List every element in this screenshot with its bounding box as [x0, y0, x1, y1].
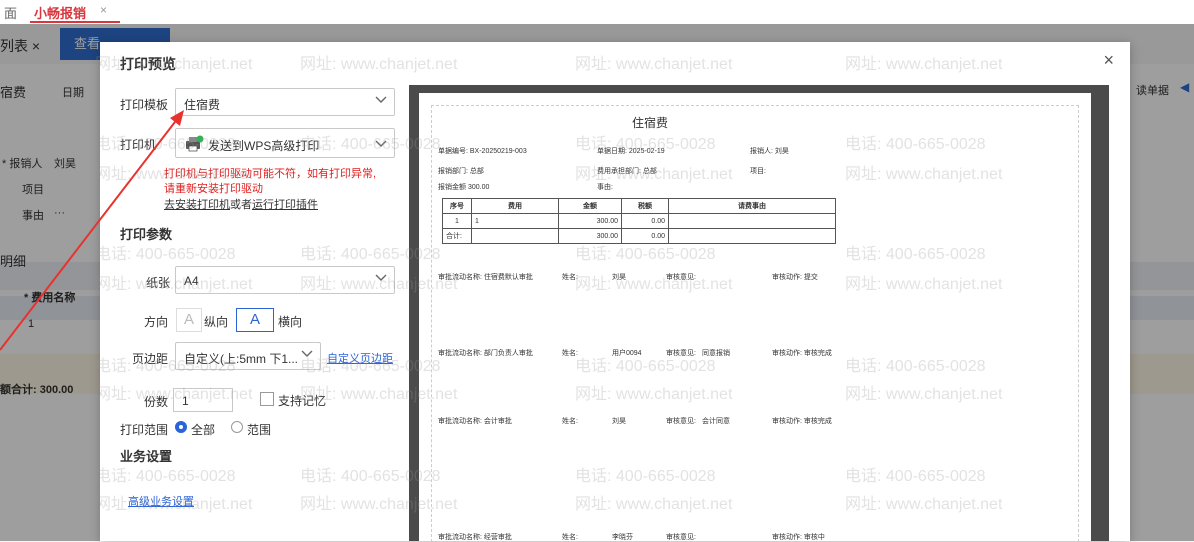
custom-margin-link[interactable]: 自定义页边距 — [327, 350, 393, 366]
tab-close-icon[interactable]: × — [100, 3, 107, 17]
preview-title: 住宿费 — [632, 116, 669, 130]
printer-value: 发送到WPS高级打印 — [208, 139, 320, 153]
printer-warning: 打印机与打印驱动可能不符，如有打印异常, 请重新安装打印驱动 去安装打印机或者运… — [164, 167, 384, 213]
range-custom-label[interactable]: 范围 — [247, 421, 271, 438]
print-params-title: 打印参数 — [120, 227, 173, 242]
th-amount: 金额 — [558, 198, 622, 214]
printer-label: 打印机 — [120, 138, 157, 152]
table-row: 1 1 300.00 0.00 — [442, 213, 836, 229]
printer-icon — [186, 135, 204, 152]
tab-home[interactable]: 面 — [4, 3, 17, 22]
preview-doc-date: 单据日期: 2025-02-19 — [597, 148, 665, 155]
page-margin-outline: 住宿费 单据编号: BX-20250219-003 单据日期: 2025-02-… — [431, 105, 1079, 542]
close-icon[interactable]: × — [1103, 50, 1114, 71]
warning-line-1: 打印机与打印驱动可能不符，如有打印异常, — [164, 168, 377, 180]
range-all-radio[interactable] — [175, 421, 187, 433]
margin-select[interactable]: 自定义(上:5mm 下1... — [175, 342, 321, 370]
chevron-down-icon — [301, 350, 313, 357]
preview-matter: 事由: — [597, 184, 613, 191]
copies-value: 1 — [182, 394, 189, 408]
warning-line-2: 请重新安装打印驱动 — [164, 183, 263, 195]
copies-label: 份数 — [144, 395, 169, 409]
portrait-label[interactable]: 纵向 — [204, 313, 228, 330]
paper-value: A4 — [184, 274, 199, 288]
th-fee: 费用 — [471, 198, 559, 214]
preview-project: 项目: — [750, 168, 766, 175]
margin-label: 页边距 — [132, 352, 169, 366]
range-all-label[interactable]: 全部 — [191, 421, 215, 438]
print-preview-pane[interactable]: 住宿费 单据编号: BX-20250219-003 单据日期: 2025-02-… — [409, 85, 1109, 542]
advanced-settings-link[interactable]: 高级业务设置 — [128, 493, 194, 509]
copies-input[interactable]: 1 — [173, 388, 233, 412]
orientation-label: 方向 — [144, 315, 169, 329]
preview-expense-table: 序号 费用 金额 税额 请费事由 1 1 300.00 0.00 合计: 300… — [442, 198, 836, 244]
preview-dept: 报销部门: 总部 — [438, 168, 484, 175]
remember-label[interactable]: 支持记忆 — [278, 392, 326, 409]
paper-label: 纸张 — [146, 276, 171, 290]
landscape-icon[interactable]: A — [236, 308, 274, 332]
print-preview-dialog: 打印预览 × 打印模板 住宿费 打印机 发送到WPS高级打印 打印机与打印驱动可… — [100, 42, 1130, 542]
th-tax: 税额 — [621, 198, 669, 214]
range-custom-radio[interactable] — [231, 421, 243, 433]
or-text: 或者 — [230, 199, 252, 211]
business-settings-title: 业务设置 — [120, 449, 173, 464]
dialog-title: 打印预览 — [120, 56, 176, 72]
chevron-down-icon — [375, 274, 387, 281]
template-value: 住宿费 — [184, 98, 221, 112]
preview-amount: 报销金额 300.00 — [438, 184, 490, 191]
template-label: 打印模板 — [120, 98, 169, 112]
margin-value: 自定义(上:5mm 下1... — [184, 352, 299, 366]
chevron-down-icon — [375, 96, 387, 103]
paper-select[interactable]: A4 — [175, 266, 395, 294]
run-plugin-link[interactable]: 运行打印插件 — [252, 199, 318, 211]
table-row: 合计: 300.00 0.00 — [442, 228, 836, 244]
printer-select[interactable]: 发送到WPS高级打印 — [175, 128, 395, 158]
table-header-row: 序号 费用 金额 税额 请费事由 — [442, 198, 836, 214]
th-reason: 请费事由 — [668, 198, 836, 214]
top-tab-bar: 面 小畅报销 × — [0, 0, 1194, 25]
portrait-icon[interactable]: A — [176, 308, 202, 332]
template-select[interactable]: 住宿费 — [175, 88, 395, 116]
tab-xiaochang-expense[interactable]: 小畅报销 — [34, 3, 86, 22]
landscape-label[interactable]: 横向 — [278, 313, 302, 330]
preview-page: 住宿费 单据编号: BX-20250219-003 单据日期: 2025-02-… — [419, 93, 1091, 542]
remember-checkbox[interactable] — [260, 392, 274, 406]
range-label: 打印范围 — [120, 423, 169, 437]
chevron-down-icon — [375, 140, 387, 147]
th-seq: 序号 — [442, 198, 472, 214]
preview-reporter: 报销人: 刘昊 — [750, 148, 789, 155]
preview-doc-no: 单据编号: BX-20250219-003 — [438, 148, 527, 155]
preview-cost-dept: 费用承担部门: 总部 — [597, 168, 657, 175]
tab-active-indicator — [30, 21, 120, 23]
install-printer-link[interactable]: 去安装打印机 — [164, 199, 230, 211]
